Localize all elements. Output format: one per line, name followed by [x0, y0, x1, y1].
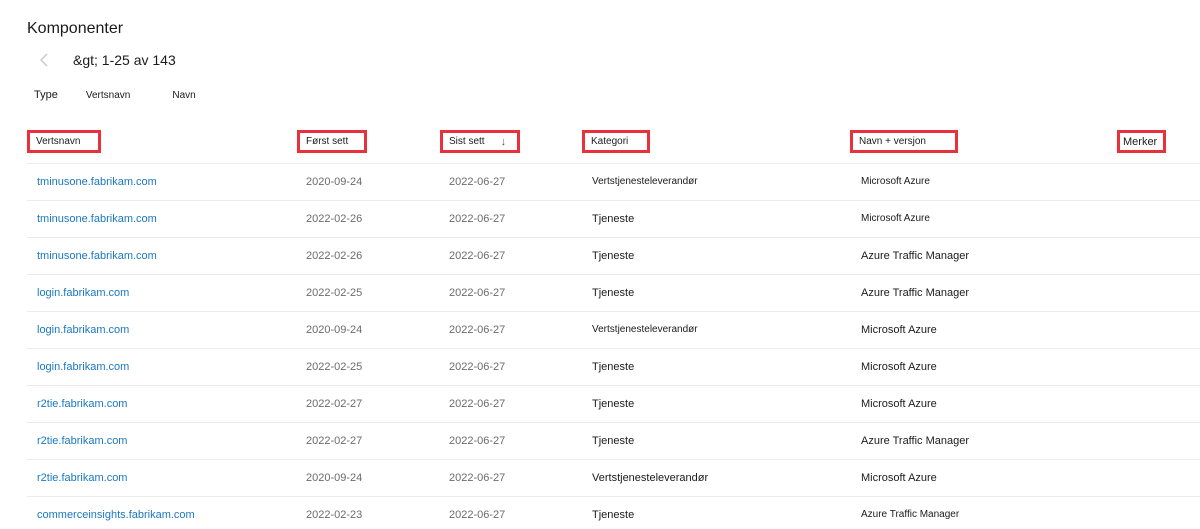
column-header-name-version[interactable]: Navn + versjon	[850, 130, 958, 153]
filter-host-option[interactable]: Vertsnavn	[86, 90, 130, 101]
last-seen-cell: 2022-06-27	[449, 324, 506, 336]
last-seen-cell: 2022-06-27	[449, 398, 506, 410]
filter-name-option[interactable]: Navn	[172, 90, 195, 101]
arrow-down-icon: ↓	[500, 135, 507, 148]
table-row: login.fabrikam.com 2022-02-25 2022-06-27…	[27, 275, 1200, 312]
host-link[interactable]: commerceinsights.fabrikam.com	[37, 497, 195, 529]
category-cell: Tjeneste	[592, 435, 635, 447]
column-header-label: Kategori	[591, 136, 629, 147]
first-seen-cell: 2022-02-25	[306, 287, 363, 299]
name-version-cell: Microsoft Azure	[861, 361, 937, 373]
category-cell: Tjeneste	[592, 287, 635, 299]
components-page: Komponenter &gt; 1-25 av 143 Type Vertsn…	[0, 0, 1200, 529]
name-version-cell: Microsoft Azure	[861, 213, 930, 224]
table-row: commerceinsights.fabrikam.com 2022-02-23…	[27, 497, 1200, 529]
host-link[interactable]: r2tie.fabrikam.com	[37, 386, 127, 422]
category-cell: Tjeneste	[592, 361, 635, 373]
host-link[interactable]: r2tie.fabrikam.com	[37, 460, 127, 496]
column-header-last-seen[interactable]: Sist sett ↓	[440, 130, 520, 153]
last-seen-cell: 2022-06-27	[449, 361, 506, 373]
column-header-label: Sist sett	[449, 136, 485, 147]
category-cell: Tjeneste	[592, 509, 635, 521]
host-link[interactable]: tminusone.fabrikam.com	[37, 164, 157, 200]
first-seen-cell: 2022-02-27	[306, 435, 363, 447]
table-header: Vertsnavn Først sett Sist sett ↓ Kategor…	[27, 128, 1200, 164]
name-version-cell: Microsoft Azure	[861, 324, 937, 336]
first-seen-cell: 2022-02-23	[306, 509, 363, 521]
first-seen-cell: 2020-09-24	[306, 324, 363, 336]
last-seen-cell: 2022-06-27	[449, 213, 506, 225]
last-seen-cell: 2022-06-27	[449, 250, 506, 262]
first-seen-cell: 2020-09-24	[306, 176, 363, 188]
column-header-first-seen[interactable]: Først sett	[297, 130, 367, 153]
table-row: tminusone.fabrikam.com 2022-02-26 2022-0…	[27, 201, 1200, 238]
category-cell: Tjeneste	[592, 250, 635, 262]
host-link[interactable]: login.fabrikam.com	[37, 349, 129, 385]
first-seen-cell: 2022-02-27	[306, 398, 363, 410]
first-seen-cell: 2022-02-25	[306, 361, 363, 373]
components-table: Vertsnavn Først sett Sist sett ↓ Kategor…	[27, 128, 1200, 529]
category-cell: Vertstjenesteleverandør	[592, 472, 709, 484]
category-cell: Vertstjenesteleverandør	[592, 324, 698, 335]
table-row: r2tie.fabrikam.com 2020-09-24 2022-06-27…	[27, 460, 1200, 497]
pager-prev-button[interactable]	[36, 50, 52, 70]
host-link[interactable]: login.fabrikam.com	[37, 312, 129, 348]
last-seen-cell: 2022-06-27	[449, 176, 506, 188]
last-seen-cell: 2022-06-27	[449, 287, 506, 299]
column-header-label: Først sett	[306, 136, 349, 147]
host-link[interactable]: login.fabrikam.com	[37, 275, 129, 311]
table-row: r2tie.fabrikam.com 2022-02-27 2022-06-27…	[27, 386, 1200, 423]
name-version-cell: Microsoft Azure	[861, 398, 937, 410]
table-row: tminusone.fabrikam.com 2022-02-26 2022-0…	[27, 238, 1200, 275]
pager: &gt; 1-25 av 143	[36, 48, 176, 72]
last-seen-cell: 2022-06-27	[449, 435, 506, 447]
last-seen-cell: 2022-06-27	[449, 509, 506, 521]
last-seen-cell: 2022-06-27	[449, 472, 506, 484]
name-version-cell: Microsoft Azure	[861, 472, 937, 484]
column-header-label: Merker	[1123, 135, 1158, 148]
host-link[interactable]: tminusone.fabrikam.com	[37, 201, 157, 237]
chevron-left-icon	[40, 53, 48, 67]
name-version-cell: Microsoft Azure	[861, 176, 930, 187]
column-header-host[interactable]: Vertsnavn	[27, 130, 101, 153]
first-seen-cell: 2020-09-24	[306, 472, 363, 484]
name-version-cell: Azure Traffic Manager	[861, 287, 970, 299]
filter-bar: Type Vertsnavn Navn	[34, 89, 196, 101]
column-header-label: Navn + versjon	[859, 136, 926, 147]
column-header-label: Vertsnavn	[36, 136, 81, 147]
name-version-cell: Azure Traffic Manager	[861, 509, 960, 520]
category-cell: Vertstjenesteleverandør	[592, 176, 698, 187]
column-header-category[interactable]: Kategori	[582, 130, 650, 153]
host-link[interactable]: tminusone.fabrikam.com	[37, 238, 157, 274]
pager-range-text: &gt; 1-25 av 143	[73, 52, 176, 68]
filter-type-label: Type	[34, 89, 58, 101]
page-title: Komponenter	[27, 20, 124, 37]
table-row: tminusone.fabrikam.com 2020-09-24 2022-0…	[27, 164, 1200, 201]
category-cell: Tjeneste	[592, 213, 635, 225]
host-link[interactable]: r2tie.fabrikam.com	[37, 423, 127, 459]
first-seen-cell: 2022-02-26	[306, 250, 363, 262]
column-header-tags[interactable]: Merker	[1117, 130, 1166, 153]
name-version-cell: Azure Traffic Manager	[861, 250, 970, 262]
table-row: login.fabrikam.com 2022-02-25 2022-06-27…	[27, 349, 1200, 386]
category-cell: Tjeneste	[592, 398, 635, 410]
name-version-cell: Azure Traffic Manager	[861, 435, 970, 447]
first-seen-cell: 2022-02-26	[306, 213, 363, 225]
table-row: login.fabrikam.com 2020-09-24 2022-06-27…	[27, 312, 1200, 349]
table-row: r2tie.fabrikam.com 2022-02-27 2022-06-27…	[27, 423, 1200, 460]
